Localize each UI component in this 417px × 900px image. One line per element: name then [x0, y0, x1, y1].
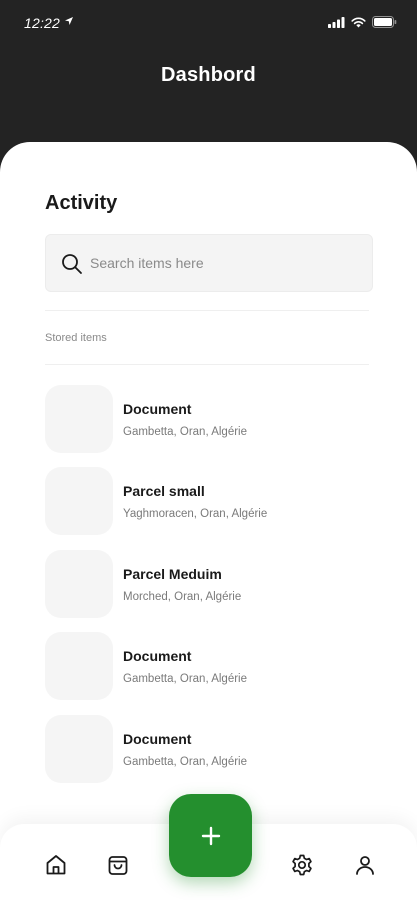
list-item[interactable]: Document Gambetta, Oran, Algérie — [45, 632, 375, 700]
item-title: Parcel Meduim — [123, 566, 222, 582]
item-thumbnail — [45, 632, 113, 700]
item-thumbnail — [45, 550, 113, 618]
item-thumbnail — [45, 467, 113, 535]
status-time: 12:22 — [24, 15, 61, 31]
item-address: Gambetta, Oran, Algérie — [123, 756, 248, 768]
item-thumbnail — [45, 715, 113, 783]
wifi-icon — [351, 17, 366, 28]
list-item[interactable]: Parcel Meduim Morched, Oran, Algérie — [45, 550, 375, 618]
item-title: Document — [123, 401, 192, 417]
add-item-button[interactable] — [169, 794, 252, 877]
user-icon[interactable] — [353, 853, 377, 877]
plus-icon — [201, 826, 221, 846]
gear-icon[interactable] — [290, 853, 314, 877]
search-input[interactable] — [90, 235, 360, 291]
location-arrow-icon — [64, 16, 74, 26]
activity-title: Activity — [45, 192, 118, 214]
item-address: Gambetta, Oran, Algérie — [123, 426, 248, 438]
status-indicators — [328, 16, 397, 28]
divider — [45, 364, 369, 365]
list-item[interactable]: Document Gambetta, Oran, Algérie — [45, 715, 375, 783]
list-item[interactable]: Document Gambetta, Oran, Algérie — [45, 385, 375, 453]
item-title: Document — [123, 731, 192, 747]
item-address: Gambetta, Oran, Algérie — [123, 673, 248, 685]
item-title: Parcel small — [123, 483, 205, 499]
item-thumbnail — [45, 385, 113, 453]
bag-icon[interactable] — [106, 853, 130, 877]
content-sheet: Activity Stored items Document Gambetta,… — [0, 142, 417, 900]
list-item[interactable]: Parcel small Yaghmoracen, Oran, Algérie — [45, 467, 375, 535]
search-icon — [60, 252, 84, 276]
section-label: Stored items — [45, 332, 107, 344]
signal-icon — [328, 16, 345, 28]
item-address: Yaghmoracen, Oran, Algérie — [123, 508, 268, 520]
home-icon[interactable] — [44, 853, 68, 877]
divider — [45, 310, 369, 311]
battery-icon — [372, 16, 397, 28]
page-title: Dashbord — [161, 64, 256, 86]
status-bar: 12:22 — [0, 0, 417, 48]
search-box[interactable] — [45, 234, 373, 292]
item-title: Document — [123, 648, 192, 664]
item-address: Morched, Oran, Algérie — [123, 591, 242, 603]
